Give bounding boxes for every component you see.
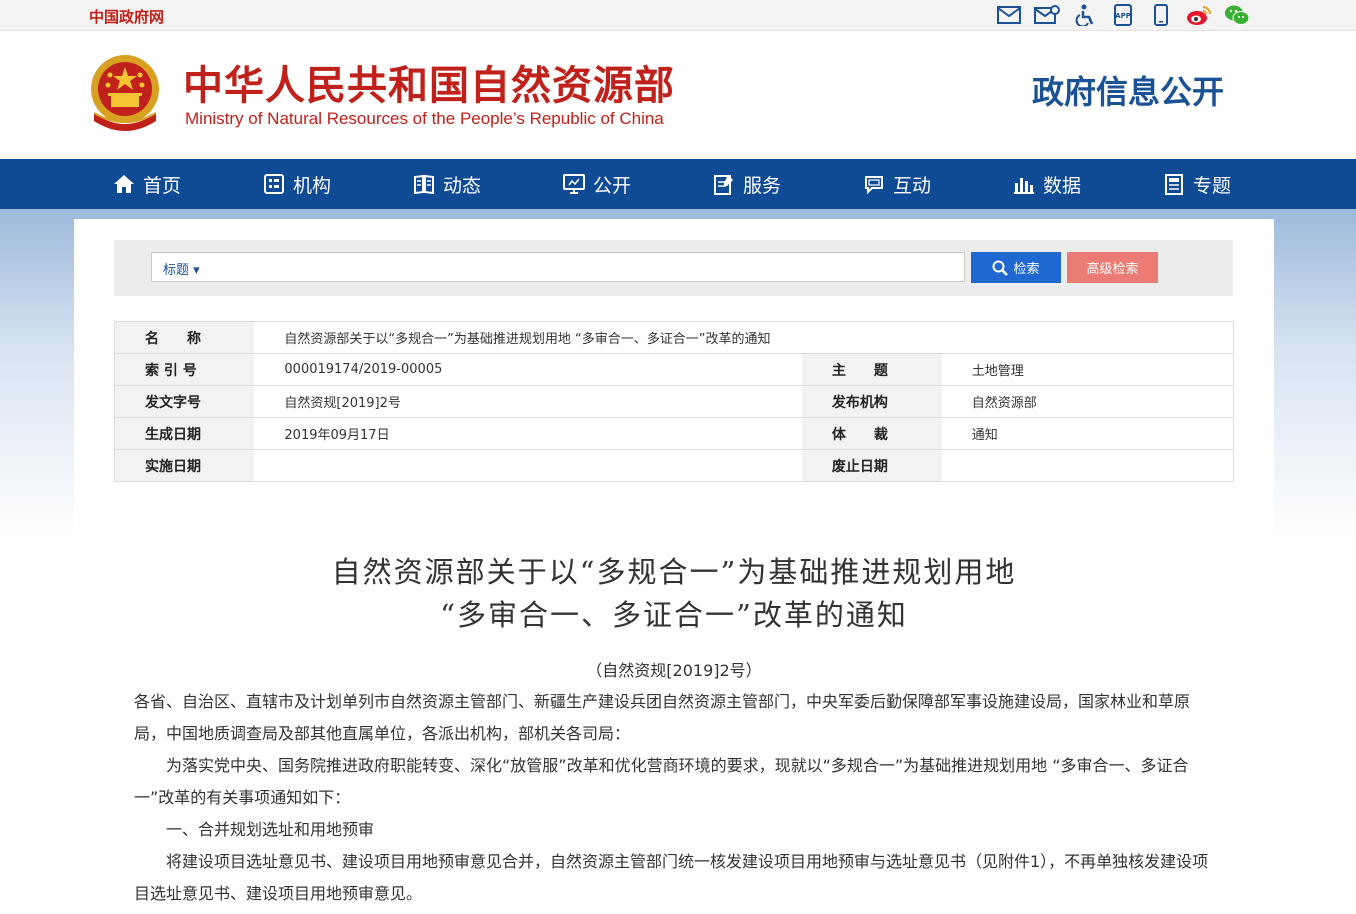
search-input-wrap: 标题 ▾	[151, 252, 965, 282]
org-icon	[263, 173, 285, 195]
section-title: 政府信息公开	[1032, 73, 1225, 111]
paragraph: 将建设项目选址意见书、建设项目用地预审意见合并，自然资源主管部门统一核发建设项目…	[134, 852, 1209, 903]
mail-icon[interactable]	[990, 3, 1028, 27]
content-card: 标题 ▾ 检索 高级检索 名 称 自然资源部关于以“多规合一”为基础推进规划用地…	[74, 219, 1274, 914]
topic-label: 主 题	[801, 353, 942, 386]
mail-settings-icon[interactable]	[1028, 3, 1066, 27]
nav-item-org[interactable]: 机构	[263, 159, 413, 209]
document-title-line2: “多审合一、多证合一”改革的通知	[440, 598, 908, 632]
nav-item-interact[interactable]: 互动	[863, 159, 1013, 209]
svg-text:APP: APP	[1115, 12, 1131, 20]
effective-value	[254, 449, 802, 482]
date-value: 2019年09月17日	[254, 417, 802, 450]
wechat-icon[interactable]	[1218, 3, 1256, 27]
bar-chart-icon	[1013, 173, 1035, 195]
search-field-select[interactable]: 标题 ▾	[163, 259, 200, 278]
nav-item-label: 专题	[1193, 174, 1232, 197]
doc-icon	[1163, 173, 1185, 195]
site-title-en: Ministry of Natural Resources of the Peo…	[185, 109, 664, 128]
issuer-label: 发布机构	[801, 385, 942, 418]
advanced-search-button[interactable]: 高级检索	[1067, 252, 1158, 283]
expire-label: 废止日期	[801, 449, 942, 482]
nav-item-label: 服务	[743, 174, 782, 197]
document-title-line1: 自然资源部关于以“多规合一”为基础推进规划用地	[331, 555, 1017, 589]
top-bar: 中国政府网 APP	[0, 0, 1356, 31]
tool-icons: APP	[990, 3, 1256, 27]
effective-label: 实施日期	[114, 449, 255, 482]
site-header: 中华人民共和国自然资源部 Ministry of Natural Resourc…	[0, 31, 1356, 159]
index-value: 000019174/2019-00005	[254, 353, 802, 386]
advanced-search-label: 高级检索	[1086, 261, 1139, 276]
chat-icon	[863, 173, 885, 195]
nav-item-label: 机构	[293, 174, 332, 197]
nav-item-topics[interactable]: 专题	[1163, 159, 1313, 209]
table-row: 名 称 自然资源部关于以“多规合一”为基础推进规划用地 “多审合一、多证合一”改…	[114, 321, 1234, 354]
national-emblem-icon	[86, 51, 164, 135]
search-input[interactable]	[222, 253, 962, 281]
search-button-label: 检索	[1013, 261, 1040, 276]
nav-item-news[interactable]: 动态	[413, 159, 563, 209]
search-field-label: 标题	[163, 263, 190, 278]
search-button[interactable]: 检索	[971, 252, 1061, 283]
doc-no-label: 发文字号	[114, 385, 255, 418]
accessibility-icon[interactable]	[1066, 3, 1104, 27]
genre-value: 通知	[941, 417, 1234, 450]
index-label: 索 引 号	[114, 353, 255, 386]
home-icon	[113, 173, 135, 195]
search-icon	[992, 260, 1009, 276]
app-icon[interactable]: APP	[1104, 3, 1142, 27]
nav-item-label: 数据	[1043, 174, 1082, 197]
mobile-icon[interactable]	[1142, 3, 1180, 27]
nav-item-service[interactable]: 服务	[713, 159, 863, 209]
gov-portal-link[interactable]: 中国政府网	[89, 6, 164, 27]
document-number: （自然资规[2019]2号）	[586, 661, 762, 680]
nav-item-public[interactable]: 公开	[563, 159, 713, 209]
document-info-table: 名 称 自然资源部关于以“多规合一”为基础推进规划用地 “多审合一、多证合一”改…	[114, 321, 1234, 482]
addressee: 各省、自治区、直辖市及计划单列市自然资源主管部门、新疆生产建设兵团自然资源主管部…	[134, 692, 1191, 743]
expire-value	[941, 449, 1234, 482]
doc-no-value: 自然资规[2019]2号	[254, 385, 802, 418]
nav-item-home[interactable]: 首页	[113, 159, 263, 209]
nav-item-label: 公开	[593, 174, 632, 197]
table-row: 索 引 号 000019174/2019-00005 主 题 土地管理	[114, 353, 1234, 386]
table-row: 生成日期 2019年09月17日 体 裁 通知	[114, 417, 1234, 450]
date-label: 生成日期	[114, 417, 255, 450]
paragraph: 为落实党中央、国务院推进政府职能转变、深化“放管服”改革和优化营商环境的要求，现…	[134, 756, 1189, 807]
nav-item-data[interactable]: 数据	[1013, 159, 1163, 209]
weibo-icon[interactable]	[1180, 3, 1218, 27]
search-bar: 标题 ▾ 检索 高级检索	[114, 240, 1233, 296]
nav-item-label: 互动	[893, 174, 932, 197]
name-value: 自然资源部关于以“多规合一”为基础推进规划用地 “多审合一、多证合一”改革的通知	[254, 321, 1234, 354]
name-label: 名 称	[114, 321, 255, 354]
genre-label: 体 裁	[801, 417, 942, 450]
table-row: 发文字号 自然资规[2019]2号 发布机构 自然资源部	[114, 385, 1234, 418]
monitor-icon	[563, 173, 585, 195]
edit-icon	[713, 173, 735, 195]
site-title-cn: 中华人民共和国自然资源部	[183, 63, 675, 109]
book-icon	[413, 173, 435, 195]
document-title: 自然资源部关于以“多规合一”为基础推进规划用地 “多审合一、多证合一”改革的通知	[74, 551, 1274, 637]
topic-value: 土地管理	[941, 353, 1234, 386]
table-row: 实施日期 废止日期	[114, 449, 1234, 482]
document-body: 各省、自治区、直辖市及计划单列市自然资源主管部门、新疆生产建设兵团自然资源主管部…	[134, 686, 1214, 910]
section-heading: 一、合并规划选址和用地预审	[166, 820, 375, 839]
nav-item-label: 首页	[143, 174, 182, 197]
nav-item-label: 动态	[443, 174, 482, 197]
issuer-value: 自然资源部	[941, 385, 1234, 418]
main-nav: 首页 机构 动态 公开 服务 互动 数据 专题	[0, 159, 1356, 209]
